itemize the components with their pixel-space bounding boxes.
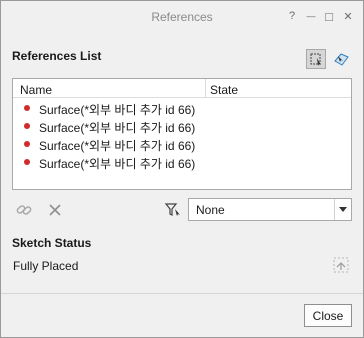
sketch-status-value: Fully Placed xyxy=(13,259,79,273)
close-button[interactable]: Close xyxy=(304,304,352,327)
replace-reference-button[interactable] xyxy=(12,198,36,222)
minimize-button[interactable]: — xyxy=(303,8,319,24)
update-status-button[interactable] xyxy=(329,253,353,277)
list-item[interactable]: Surface(*외부 바디 추가 id 66) xyxy=(13,135,351,153)
error-status-icon xyxy=(24,159,30,165)
chevron-down-icon xyxy=(339,207,347,212)
dropdown-arrow-button[interactable] xyxy=(334,199,351,220)
references-dialog: References ? — □ ✕ References List Name … xyxy=(0,0,364,338)
error-status-icon xyxy=(24,141,30,147)
column-header-state[interactable]: State xyxy=(210,83,238,97)
references-list-label: References List xyxy=(12,49,102,63)
surface-references-toggle[interactable] xyxy=(331,49,351,69)
list-header: Name State xyxy=(13,79,351,98)
delete-x-icon xyxy=(49,204,61,216)
footer-divider xyxy=(1,293,363,294)
maximize-icon: □ xyxy=(325,8,333,24)
reference-name: Surface(*외부 바디 추가 id 66) xyxy=(39,139,196,153)
update-icon xyxy=(333,257,349,273)
help-button[interactable]: ? xyxy=(284,8,300,24)
error-status-icon xyxy=(24,105,30,111)
reference-name: Surface(*외부 바디 추가 id 66) xyxy=(39,121,196,135)
select-references-toggle[interactable] xyxy=(306,49,326,69)
references-list[interactable]: Name State Surface(*외부 바디 추가 id 66) Surf… xyxy=(12,78,352,190)
list-item[interactable]: Surface(*외부 바디 추가 id 66) xyxy=(13,153,351,171)
surface-select-icon xyxy=(334,53,349,66)
minimize-icon: — xyxy=(306,11,316,21)
delete-reference-button[interactable] xyxy=(43,198,67,222)
reference-name: Surface(*외부 바디 추가 id 66) xyxy=(39,103,196,117)
filter-dropdown[interactable]: None xyxy=(188,198,352,221)
reference-name: Surface(*외부 바디 추가 id 66) xyxy=(39,157,196,171)
filter-icon xyxy=(164,203,180,216)
list-item[interactable]: Surface(*외부 바디 추가 id 66) xyxy=(13,117,351,135)
list-item[interactable]: Surface(*외부 바디 추가 id 66) xyxy=(13,99,351,117)
maximize-button[interactable]: □ xyxy=(321,8,337,24)
column-header-name[interactable]: Name xyxy=(20,83,52,97)
sketch-status-label: Sketch Status xyxy=(12,236,92,250)
filter-button[interactable] xyxy=(161,198,185,222)
help-icon: ? xyxy=(288,10,296,22)
filter-selected-value: None xyxy=(196,203,225,217)
select-box-icon xyxy=(310,53,321,66)
close-icon: ✕ xyxy=(343,10,353,23)
title-bar: References ? — □ ✕ xyxy=(1,1,363,34)
close-window-button[interactable]: ✕ xyxy=(340,8,356,24)
column-divider[interactable] xyxy=(205,79,206,98)
link-icon xyxy=(16,205,32,215)
error-status-icon xyxy=(24,123,30,129)
